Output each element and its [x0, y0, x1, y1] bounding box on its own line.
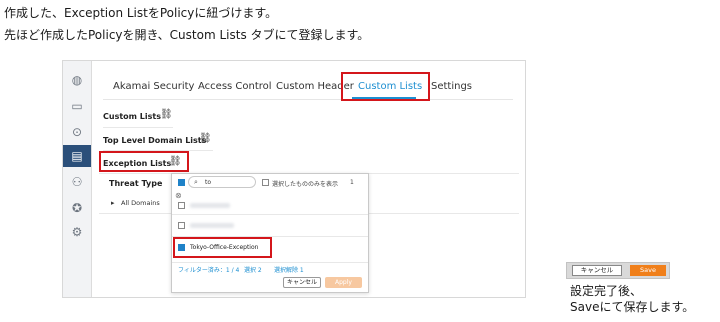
- tabs-divider: [103, 99, 513, 100]
- list-item-checkbox[interactable]: [178, 222, 185, 229]
- divider: [172, 214, 368, 215]
- save-button[interactable]: Save: [630, 265, 666, 276]
- list-item-blurred: [190, 223, 234, 228]
- expand-icon[interactable]: ▸: [111, 199, 115, 207]
- highlight-exception-lists: [99, 151, 189, 172]
- globe-icon[interactable]: ◍: [66, 69, 88, 91]
- show-selected-count: 1: [350, 179, 354, 186]
- app-screenshot: ◍ ▭ ⊙ ▤ ⚇ ✪ ⚙ Akamai Security Access Con…: [62, 60, 526, 298]
- instruction-line-1: 作成した、Exception ListをPolicyに紐づけます。: [4, 6, 278, 20]
- highlight-custom-lists-tab: [341, 72, 430, 101]
- highlight-selected-item: [173, 237, 272, 258]
- monitor-icon[interactable]: ▭: [66, 95, 88, 117]
- instruction-line-2: 先ほど作成したPolicyを開き、Custom Lists タブにて登録します。: [4, 28, 370, 42]
- tab-settings[interactable]: Settings: [431, 81, 472, 92]
- exception-list-dropdown: ⌕ to 選択したもののみを表示 1 ⊗ Tokyo-Office-Except…: [171, 173, 369, 293]
- search-input[interactable]: ⌕ to: [188, 176, 256, 188]
- caption-line-1: 設定完了後、: [570, 284, 643, 298]
- search-value: to: [205, 179, 212, 186]
- custom-lists-label: Custom Lists: [103, 112, 161, 121]
- top-level-domain-lists-label: Top Level Domain Lists: [103, 136, 207, 145]
- divider: [172, 262, 368, 263]
- select-all-link[interactable]: 選択 2: [244, 265, 262, 274]
- list-item-checkbox[interactable]: [178, 202, 185, 209]
- search-icon: ⌕: [194, 178, 198, 186]
- settings-icon[interactable]: ⚙: [66, 221, 88, 243]
- cancel-button[interactable]: キャンセル: [572, 265, 622, 276]
- sidebar: ◍ ▭ ⊙ ▤ ⚇ ✪ ⚙: [63, 61, 92, 297]
- tab-akamai-security[interactable]: Akamai Security: [113, 81, 194, 92]
- show-selected-label: 選択したもののみを表示: [272, 181, 339, 188]
- dropdown-apply-button[interactable]: Apply: [325, 277, 362, 288]
- threat-type-header: Threat Type: [109, 179, 163, 188]
- dropdown-cancel-button[interactable]: キャンセル: [283, 277, 321, 288]
- location-icon[interactable]: ⊙: [66, 121, 88, 143]
- award-icon[interactable]: ✪: [66, 197, 88, 219]
- final-button-bar: キャンセル Save: [566, 262, 670, 279]
- link-icon[interactable]: ⛓: [199, 133, 212, 144]
- policy-icon[interactable]: ▤: [63, 145, 91, 167]
- list-item-blurred: [190, 203, 230, 208]
- clear-circle-icon[interactable]: ⊗: [175, 191, 182, 200]
- caption-line-2: Saveにて保存します。: [570, 300, 695, 314]
- filter-summary: フィルター済み：1 / 4: [178, 267, 240, 274]
- show-selected-checkbox[interactable]: [262, 179, 269, 186]
- divider: [103, 127, 173, 128]
- all-domains-row[interactable]: All Domains: [121, 199, 160, 207]
- clear-selection-link[interactable]: 選択解除 1: [274, 265, 304, 274]
- users-icon[interactable]: ⚇: [66, 171, 88, 193]
- tab-access-control[interactable]: Access Control: [198, 81, 272, 92]
- link-icon[interactable]: ⛓: [160, 109, 173, 120]
- select-all-checkbox[interactable]: [178, 179, 185, 186]
